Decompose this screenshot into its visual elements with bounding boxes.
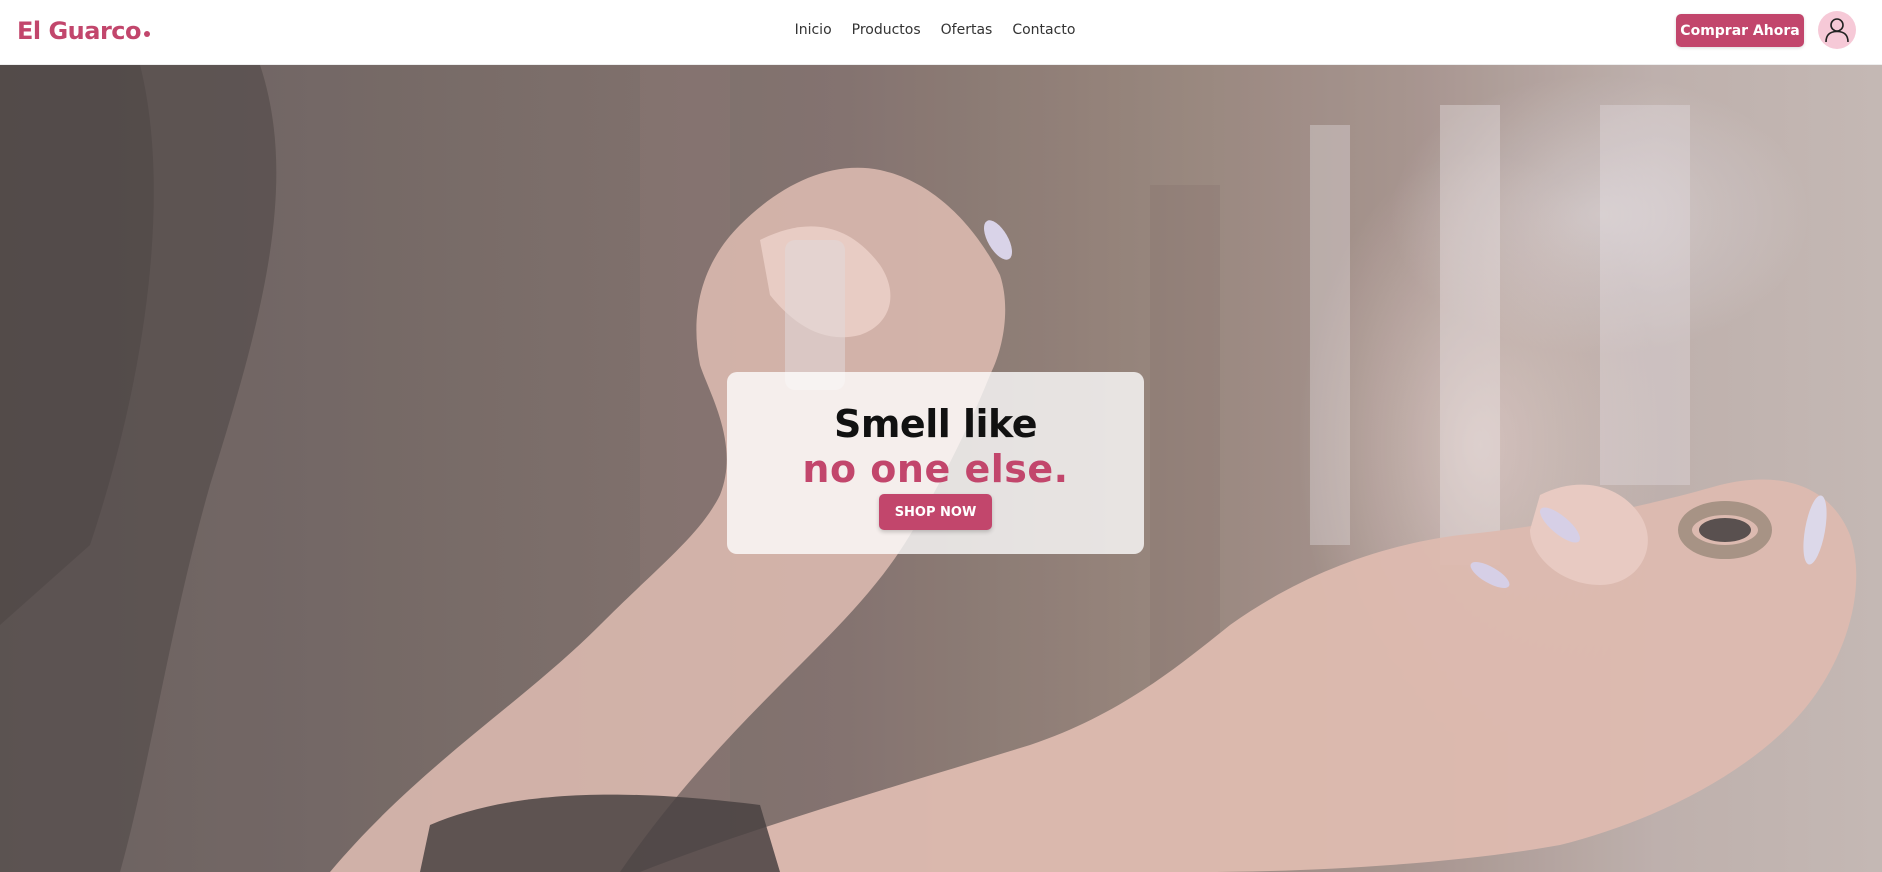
hero-headline-accent: no one else. <box>802 447 1069 491</box>
main-nav: Inicio Productos Ofertas Contacto <box>0 22 1870 38</box>
hero-headline: Smell like <box>833 402 1038 446</box>
user-icon <box>1825 18 1849 43</box>
nav-link-productos[interactable]: Productos <box>852 22 921 38</box>
shop-now-button[interactable]: SHOP NOW <box>879 494 992 530</box>
nav-link-ofertas[interactable]: Ofertas <box>941 22 993 38</box>
nav-link-contacto[interactable]: Contacto <box>1012 22 1075 38</box>
nav-link-inicio[interactable]: Inicio <box>795 22 832 38</box>
hero-card: Smell like no one else. SHOP NOW <box>727 372 1144 554</box>
hero-section: Smell like no one else. SHOP NOW <box>0 65 1882 872</box>
top-navbar: El Guarco Inicio Productos Ofertas Conta… <box>0 0 1882 65</box>
user-avatar-button[interactable] <box>1818 11 1856 49</box>
comprar-ahora-button[interactable]: Comprar Ahora <box>1676 14 1804 47</box>
